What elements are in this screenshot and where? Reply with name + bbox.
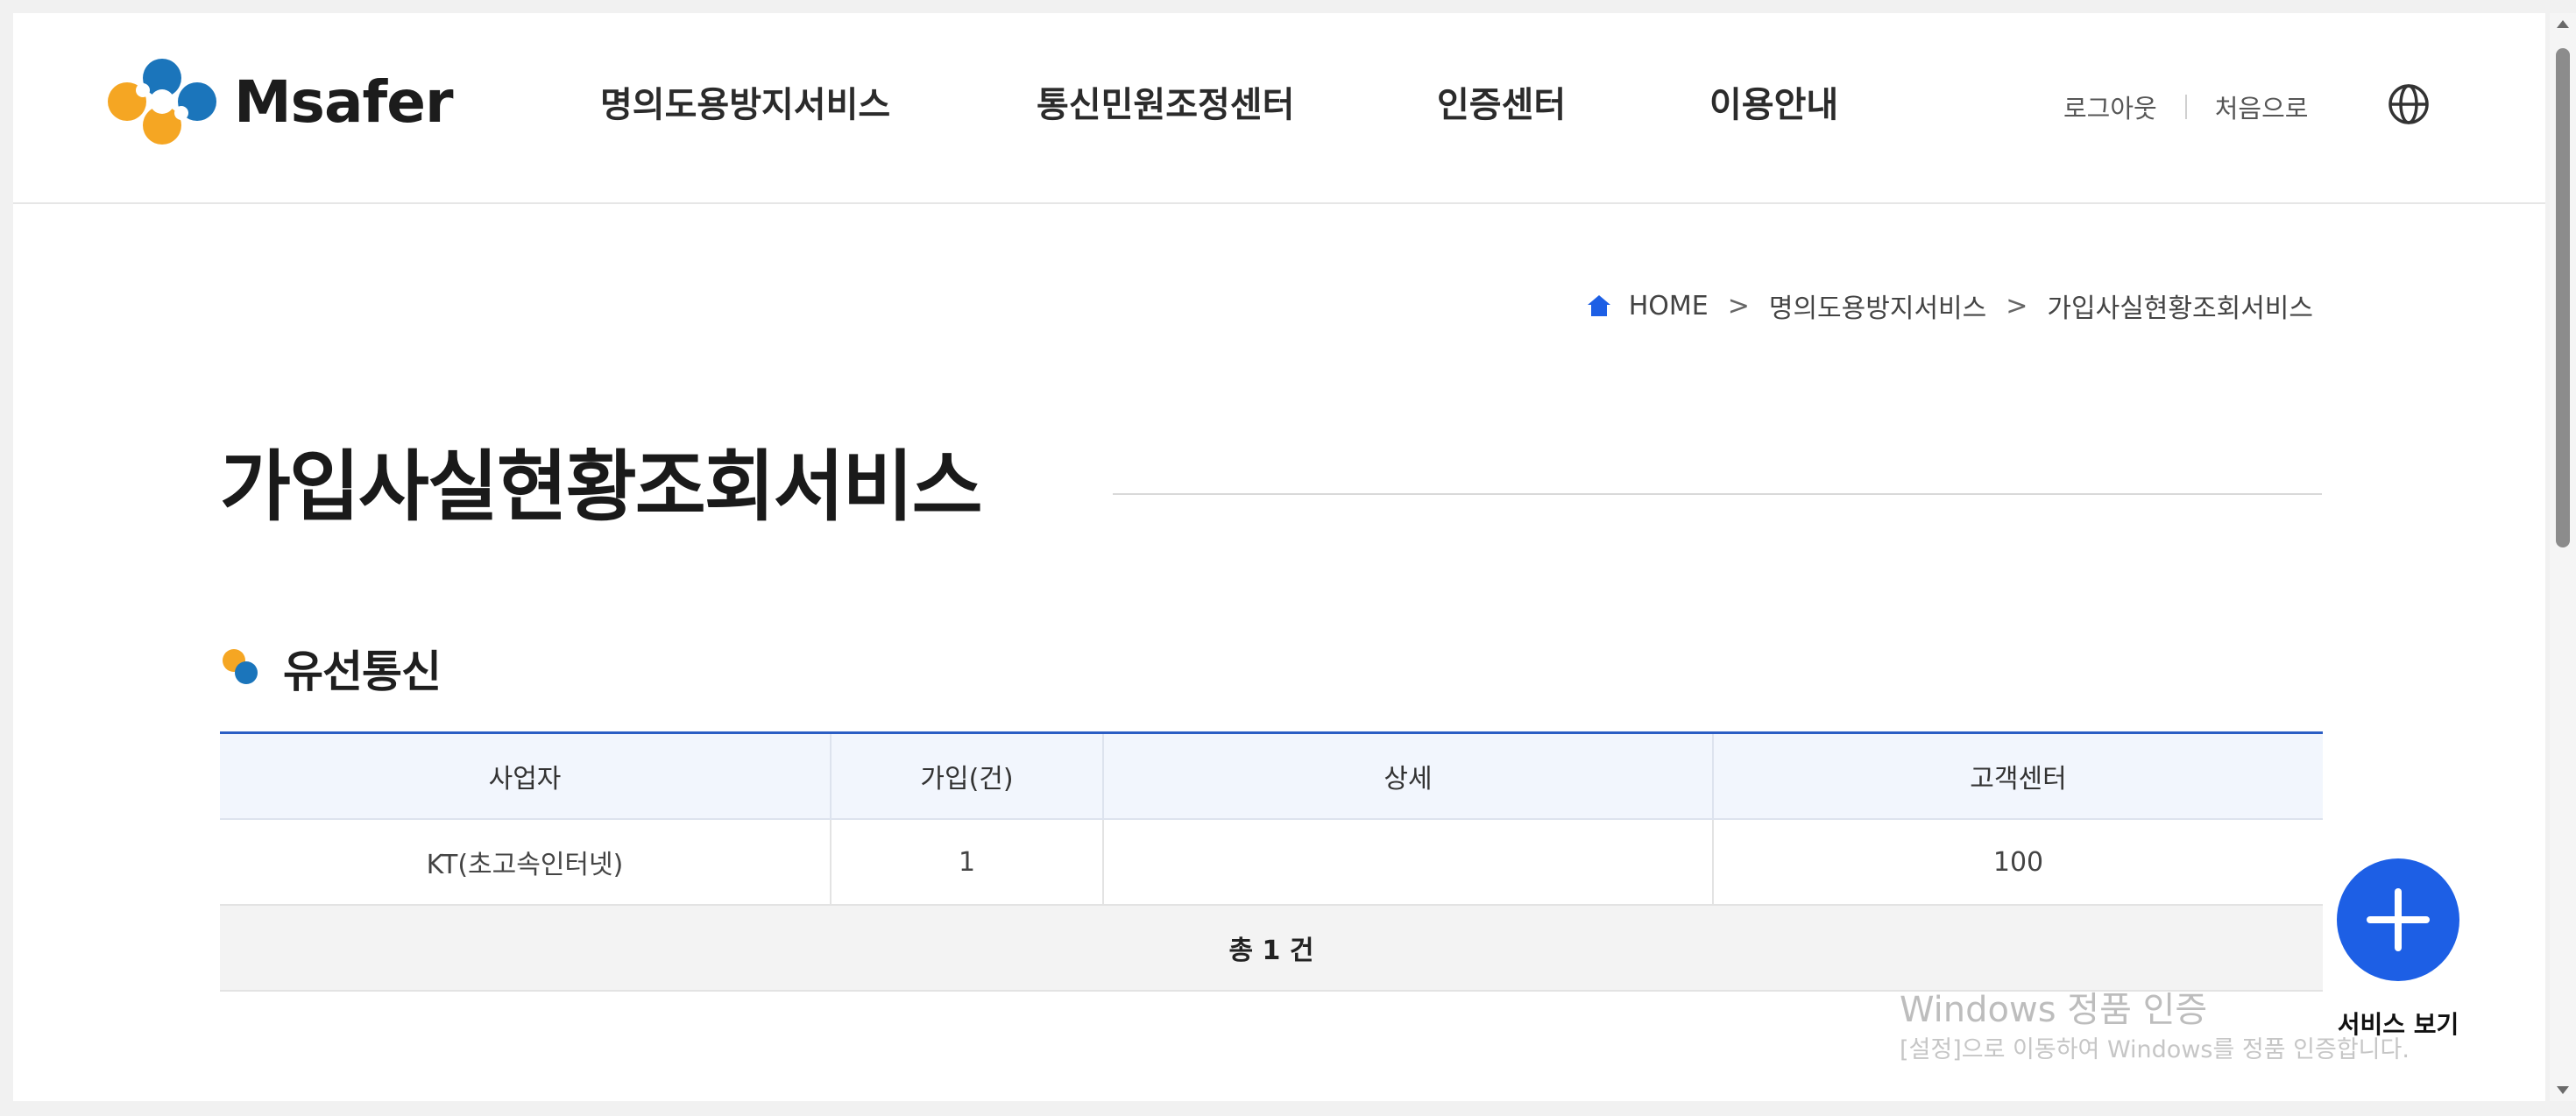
- scroll-down-arrow-icon[interactable]: [2557, 1086, 2569, 1094]
- column-header-count: 가입(건): [830, 732, 1103, 820]
- table-total-row: 총 1 건: [220, 905, 2323, 992]
- breadcrumb-separator: >: [1727, 290, 1750, 321]
- globe-icon[interactable]: [2386, 81, 2431, 127]
- scrollbar-thumb[interactable]: [2556, 48, 2570, 547]
- nav-item-guide[interactable]: 이용안내: [1709, 76, 1838, 127]
- home-link[interactable]: 처음으로: [2215, 88, 2309, 125]
- nav-item-identity-protection[interactable]: 명의도용방지서비스: [600, 76, 890, 127]
- section-title: 유선통신: [283, 646, 442, 697]
- windows-activation-title: Windows 정품 인증: [1900, 990, 2208, 1030]
- page-title: 가입사실현황조회서비스: [220, 441, 983, 532]
- breadcrumb: HOME > 명의도용방지서비스 > 가입사실현황조회서비스: [1587, 286, 2313, 325]
- column-header-provider: 사업자: [220, 732, 831, 820]
- site-header: Msafer 명의도용방지서비스 통신민원조정센터 인증센터 이용안내 로그아웃…: [13, 13, 2545, 204]
- util-divider: [2184, 95, 2187, 119]
- table-header-row: 사업자 가입(건) 상세 고객센터: [220, 732, 2323, 820]
- nav-item-auth-center[interactable]: 인증센터: [1437, 76, 1566, 127]
- breadcrumb-current[interactable]: 가입사실현황조회서비스: [2047, 286, 2313, 325]
- cell-count: 1: [830, 819, 1103, 906]
- column-header-service-center: 고객센터: [1712, 732, 2323, 820]
- subscription-table: 사업자 가입(건) 상세 고객센터 KT(초고속인터넷) 1 100 총 1 건: [220, 731, 2323, 992]
- home-icon[interactable]: [1587, 294, 1611, 317]
- section-bullet-icon: [223, 649, 258, 684]
- scroll-up-arrow-icon[interactable]: [2557, 20, 2569, 28]
- logo-text: Msafer: [234, 67, 454, 136]
- title-divider: [1113, 493, 2322, 495]
- scrollbar[interactable]: [2550, 13, 2576, 1101]
- plus-icon: [2367, 888, 2430, 951]
- breadcrumb-home[interactable]: HOME: [1629, 291, 1709, 321]
- cell-detail: [1102, 819, 1713, 906]
- page: Msafer 명의도용방지서비스 통신민원조정센터 인증센터 이용안내 로그아웃…: [13, 13, 2545, 1101]
- column-header-detail: 상세: [1102, 732, 1713, 820]
- logout-link[interactable]: 로그아웃: [2063, 88, 2157, 125]
- total-count: 총 1 건: [220, 905, 2323, 992]
- breadcrumb-separator: >: [2006, 290, 2028, 321]
- breadcrumb-identity-protection[interactable]: 명의도용방지서비스: [1769, 286, 1986, 325]
- logo[interactable]: Msafer: [101, 53, 454, 150]
- cell-service-center: 100: [1712, 819, 2323, 906]
- service-view-label[interactable]: 서비스 보기: [2313, 1006, 2483, 1041]
- nav-item-complaint-center[interactable]: 통신민원조정센터: [1037, 76, 1294, 127]
- utility-links: 로그아웃 처음으로: [2063, 88, 2308, 125]
- logo-mark-icon: [108, 59, 216, 145]
- section-header: 유선통신: [220, 637, 442, 700]
- service-view-button[interactable]: [2337, 858, 2459, 981]
- table-row: KT(초고속인터넷) 1 100: [220, 819, 2323, 906]
- cell-provider: KT(초고속인터넷): [220, 819, 831, 906]
